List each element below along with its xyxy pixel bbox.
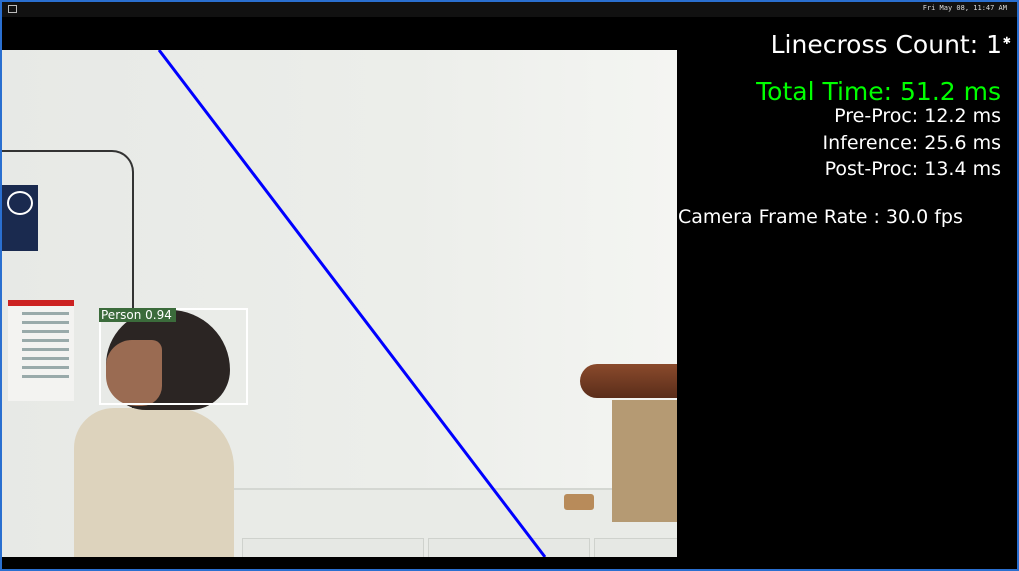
window-menu-icon[interactable]	[8, 5, 17, 13]
detection-label: Person 0.94	[99, 308, 176, 322]
crossing-line-overlay	[157, 50, 547, 557]
camera-feed: Person 0.94	[2, 50, 677, 557]
top-panel: Fri May 08, 11:47 AM	[2, 2, 1017, 17]
detection-box: Person 0.94	[99, 308, 248, 405]
cursor-icon: ✱	[1002, 36, 1011, 47]
clock: Fri May 08, 11:47 AM	[922, 4, 1007, 12]
pre-proc-time: Pre-Proc: 12.2 ms	[834, 105, 1001, 127]
crossing-line	[157, 50, 547, 557]
post-proc-time: Post-Proc: 13.4 ms	[824, 158, 1001, 180]
total-time: Total Time: 51.2 ms	[756, 77, 1001, 106]
camera-frame-rate: Camera Frame Rate : 30.0 fps	[678, 206, 963, 228]
inference-time: Inference: 25.6 ms	[822, 132, 1001, 154]
linecross-count: Linecross Count: 1	[770, 30, 1002, 59]
